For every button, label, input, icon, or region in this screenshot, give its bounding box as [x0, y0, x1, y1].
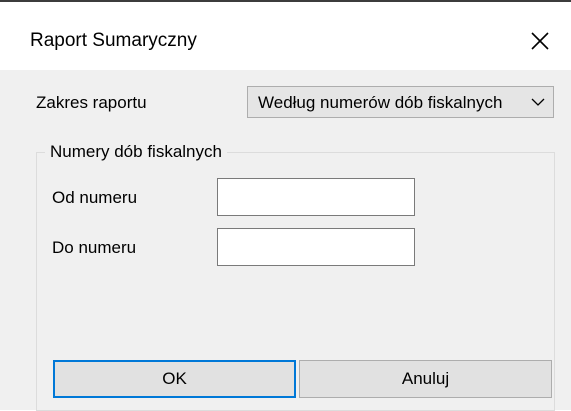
chevron-down-icon: [529, 87, 547, 117]
close-icon: [531, 32, 549, 50]
report-range-label: Zakres raportu: [36, 93, 147, 112]
raport-sumaryczny-dialog: Raport Sumaryczny Zakres raportu Według …: [0, 0, 571, 411]
to-number-label: Do numeru: [52, 238, 137, 257]
ok-button[interactable]: OK: [53, 360, 296, 398]
from-number-label: Od numeru: [52, 188, 138, 207]
cancel-button[interactable]: Anuluj: [299, 360, 552, 398]
to-number-input[interactable]: [217, 228, 415, 266]
fiscal-days-group-title: Numery dób fiskalnych: [45, 142, 227, 162]
close-button[interactable]: [512, 16, 568, 66]
from-number-input[interactable]: [217, 178, 415, 216]
window-title: Raport Sumaryczny: [30, 30, 197, 51]
title-bar[interactable]: Raport Sumaryczny: [0, 2, 571, 70]
report-range-select[interactable]: Według numerów dób fiskalnych: [247, 86, 554, 118]
report-range-selected-value: Według numerów dób fiskalnych: [258, 93, 503, 112]
dialog-body: Zakres raportu Według numerów dób fiskal…: [0, 70, 571, 411]
